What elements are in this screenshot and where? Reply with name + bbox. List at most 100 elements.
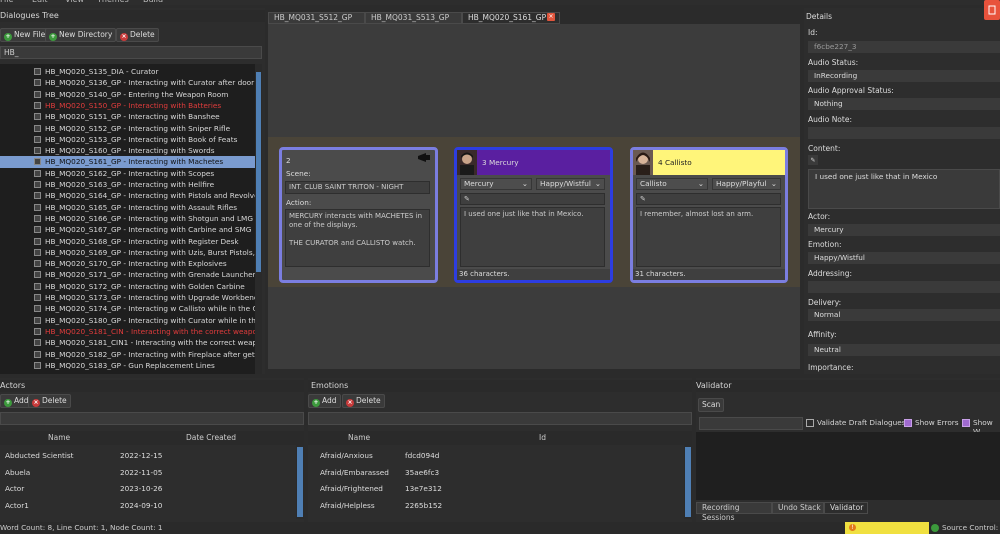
tree-scrollbar[interactable] xyxy=(255,64,262,374)
tab-undo-stack[interactable]: Undo Stack xyxy=(772,502,824,514)
warning-badge[interactable]: ! xyxy=(845,522,929,534)
actor-field[interactable]: Mercury xyxy=(808,224,1000,236)
tree-row[interactable]: HB_MQ020_S162_GP - Interacting with Scop… xyxy=(0,168,255,179)
col-id[interactable]: Id xyxy=(539,431,546,445)
tree-row[interactable]: HB_MQ020_S153_GP - Interacting with Book… xyxy=(0,134,255,145)
menu-item[interactable]: File xyxy=(0,0,13,4)
tree-row[interactable]: HB_MQ020_S151_GP - Interacting with Bans… xyxy=(0,111,255,122)
tree-row[interactable]: HB_MQ020_S183_GP - Gun Replacement Lines xyxy=(0,360,255,371)
audio-field[interactable]: ✎ xyxy=(460,193,605,205)
delete-button[interactable]: × Delete xyxy=(116,28,159,42)
draft-checkbox[interactable] xyxy=(806,419,814,427)
tab-s512[interactable]: HB_MQ031_S512_GP xyxy=(268,12,365,24)
actor-search-input[interactable] xyxy=(0,412,304,425)
new-file-button[interactable]: + New File xyxy=(0,28,50,42)
audio-status-field[interactable]: InRecording xyxy=(808,70,1000,82)
table-row[interactable]: Actor 2023-10-26 xyxy=(0,481,296,497)
show-errors-checkbox[interactable] xyxy=(904,419,912,427)
close-tab-icon[interactable]: × xyxy=(547,13,555,21)
table-row[interactable]: Afraid/Anxious fdcd094d xyxy=(308,448,684,464)
tree-row[interactable]: HB_MQ020_S169_GP - Interacting with Uzis… xyxy=(0,247,255,258)
show-warnings-checkbox[interactable] xyxy=(962,419,970,427)
approval-field[interactable]: Nothing xyxy=(808,98,1000,110)
emotion-select[interactable]: Happy/Wistful ⌄ xyxy=(536,178,605,190)
scene-value[interactable]: INT. CLUB SAINT TRITON - NIGHT xyxy=(285,181,430,194)
pencil-icon[interactable]: ✎ xyxy=(808,155,818,165)
scroll-thumb[interactable] xyxy=(256,72,261,272)
tree-row[interactable]: HB_MQ020_S152_GP - Interacting with Snip… xyxy=(0,123,255,134)
emotion-search-input[interactable] xyxy=(308,412,692,425)
tab-validator[interactable]: Validator xyxy=(824,502,868,514)
tree-row[interactable]: HB_MQ020_S168_GP - Interacting with Regi… xyxy=(0,236,255,247)
line-text[interactable]: I remember, almost lost an arm. xyxy=(636,207,781,267)
tree-row[interactable]: HB_MQ020_S160_GP - Interacting with Swor… xyxy=(0,145,255,156)
actors-scrollbar[interactable] xyxy=(296,431,304,519)
scene-label: Scene: xyxy=(286,169,311,178)
new-directory-button[interactable]: + New Directory xyxy=(45,28,117,42)
emotions-scrollbar[interactable] xyxy=(684,431,692,519)
line-text[interactable]: I used one just like that in Mexico. xyxy=(460,207,605,267)
addressing-field[interactable] xyxy=(808,281,1000,293)
table-row[interactable]: Abuela 2022-11-05 xyxy=(0,465,296,481)
menu-item[interactable]: Edit xyxy=(32,0,48,4)
delete-emotion-button[interactable]: × Delete xyxy=(342,394,385,408)
tree-row[interactable]: HB_MQ020_S171_GP - Interacting with Gren… xyxy=(0,269,255,280)
action-text[interactable]: MERCURY interacts with MACHETES in one o… xyxy=(285,209,430,267)
emotion-field[interactable]: Happy/Wistful xyxy=(808,252,1000,264)
actor-select[interactable]: Mercury ⌄ xyxy=(460,178,532,190)
table-row[interactable]: Abducted Scientist 2022-12-15 xyxy=(0,448,296,464)
filter-input[interactable]: HB_ xyxy=(0,46,262,59)
validator-filter-input[interactable] xyxy=(699,417,803,430)
tree-row[interactable]: HB_MQ020_S181_CIN - Interacting with the… xyxy=(0,326,255,337)
tab-s513[interactable]: HB_MQ031_S513_GP xyxy=(365,12,462,24)
table-row[interactable]: Afraid/Helpless 2265b152 xyxy=(308,498,684,514)
content-field[interactable]: I used one just like that in Mexico xyxy=(808,169,1000,209)
tree-row[interactable]: HB_MQ020_S173_GP - Interacting with Upgr… xyxy=(0,292,255,303)
affinity-field[interactable]: Neutral xyxy=(808,344,1000,356)
tree-row[interactable]: HB_MQ020_S180_GP - Interacting with Cura… xyxy=(0,315,255,326)
tab-recording-sessions[interactable]: Recording Sessions xyxy=(696,502,772,522)
tree-row[interactable]: HB_MQ020_S161_GP - Interacting with Mach… xyxy=(0,156,255,168)
dialogue-canvas[interactable]: 2 Scene: INT. CLUB SAINT TRITON - NIGHT … xyxy=(268,24,800,369)
tree-row[interactable]: HB_MQ020_S181_CIN1 - Interacting with th… xyxy=(0,337,255,348)
menu-item[interactable]: View xyxy=(65,0,84,4)
table-row[interactable]: Actor1 2024-09-10 xyxy=(0,498,296,514)
audio-field[interactable]: ✎ xyxy=(636,193,781,205)
tree-row[interactable]: HB_MQ020_S165_GP - Interacting with Assa… xyxy=(0,202,255,213)
id-field[interactable]: f6cbe227_3 xyxy=(808,41,1000,53)
scene-node[interactable]: 2 Scene: INT. CLUB SAINT TRITON - NIGHT … xyxy=(279,147,438,283)
delivery-field[interactable]: Normal xyxy=(808,309,1000,321)
emotion-select[interactable]: Happy/Playful ⌄ xyxy=(712,178,781,190)
tree-row[interactable]: HB_MQ020_S167_GP - Interacting with Carb… xyxy=(0,224,255,235)
scroll-thumb[interactable] xyxy=(685,447,691,517)
delete-actor-button[interactable]: × Delete xyxy=(28,394,71,408)
scroll-thumb[interactable] xyxy=(297,447,303,517)
table-row[interactable]: Afraid/Frightened 13e7e312 xyxy=(308,481,684,497)
tree-row[interactable]: HB_MQ020_S174_GP - Interacting w Callist… xyxy=(0,303,255,314)
tree-row[interactable]: HB_MQ020_S140_GP - Entering the Weapon R… xyxy=(0,89,255,100)
scan-button[interactable]: Scan xyxy=(698,398,725,412)
actor-select[interactable]: Callisto ⌄ xyxy=(636,178,708,190)
app-close-icon[interactable] xyxy=(984,0,1000,20)
note-field[interactable] xyxy=(808,127,1000,139)
col-date[interactable]: Date Created xyxy=(186,431,236,445)
tree-row[interactable]: HB_MQ020_S164_GP - Interacting with Pist… xyxy=(0,190,255,201)
menu-item[interactable]: Build xyxy=(143,0,163,4)
callisto-node[interactable]: 4 Callisto Callisto ⌄ Happy/Playful ⌄ ✎ I … xyxy=(630,147,788,283)
menu-item[interactable]: Themes xyxy=(97,0,129,4)
table-row[interactable]: Afraid/Embarassed 35ae6fc3 xyxy=(308,465,684,481)
tree-row[interactable]: HB_MQ020_S172_GP - Interacting with Gold… xyxy=(0,281,255,292)
mercury-node[interactable]: 3 Mercury Mercury ⌄ Happy/Wistful ⌄ ✎ I us… xyxy=(454,147,613,283)
tree-row[interactable]: HB_MQ020_S182_GP - Interacting with Fire… xyxy=(0,349,255,360)
col-name[interactable]: Name xyxy=(48,431,70,445)
col-name[interactable]: Name xyxy=(348,431,370,445)
add-emotion-button[interactable]: + Add xyxy=(308,394,341,408)
tree-row[interactable]: HB_MQ020_S135_DIA - Curator xyxy=(0,66,255,77)
tab-s161[interactable]: HB_MQ020_S161_GP xyxy=(462,12,560,24)
tree-row[interactable]: HB_MQ020_S150_GP - Interacting with Batt… xyxy=(0,100,255,111)
source-control-label[interactable]: Source Control: O xyxy=(942,522,1000,534)
tree-row[interactable]: HB_MQ020_S166_GP - Interacting with Shot… xyxy=(0,213,255,224)
tree-row[interactable]: HB_MQ020_S170_GP - Interacting with Expl… xyxy=(0,258,255,269)
tree-row[interactable]: HB_MQ020_S136_GP - Interacting with Cura… xyxy=(0,77,255,88)
tree-row[interactable]: HB_MQ020_S163_GP - Interacting with Hell… xyxy=(0,179,255,190)
